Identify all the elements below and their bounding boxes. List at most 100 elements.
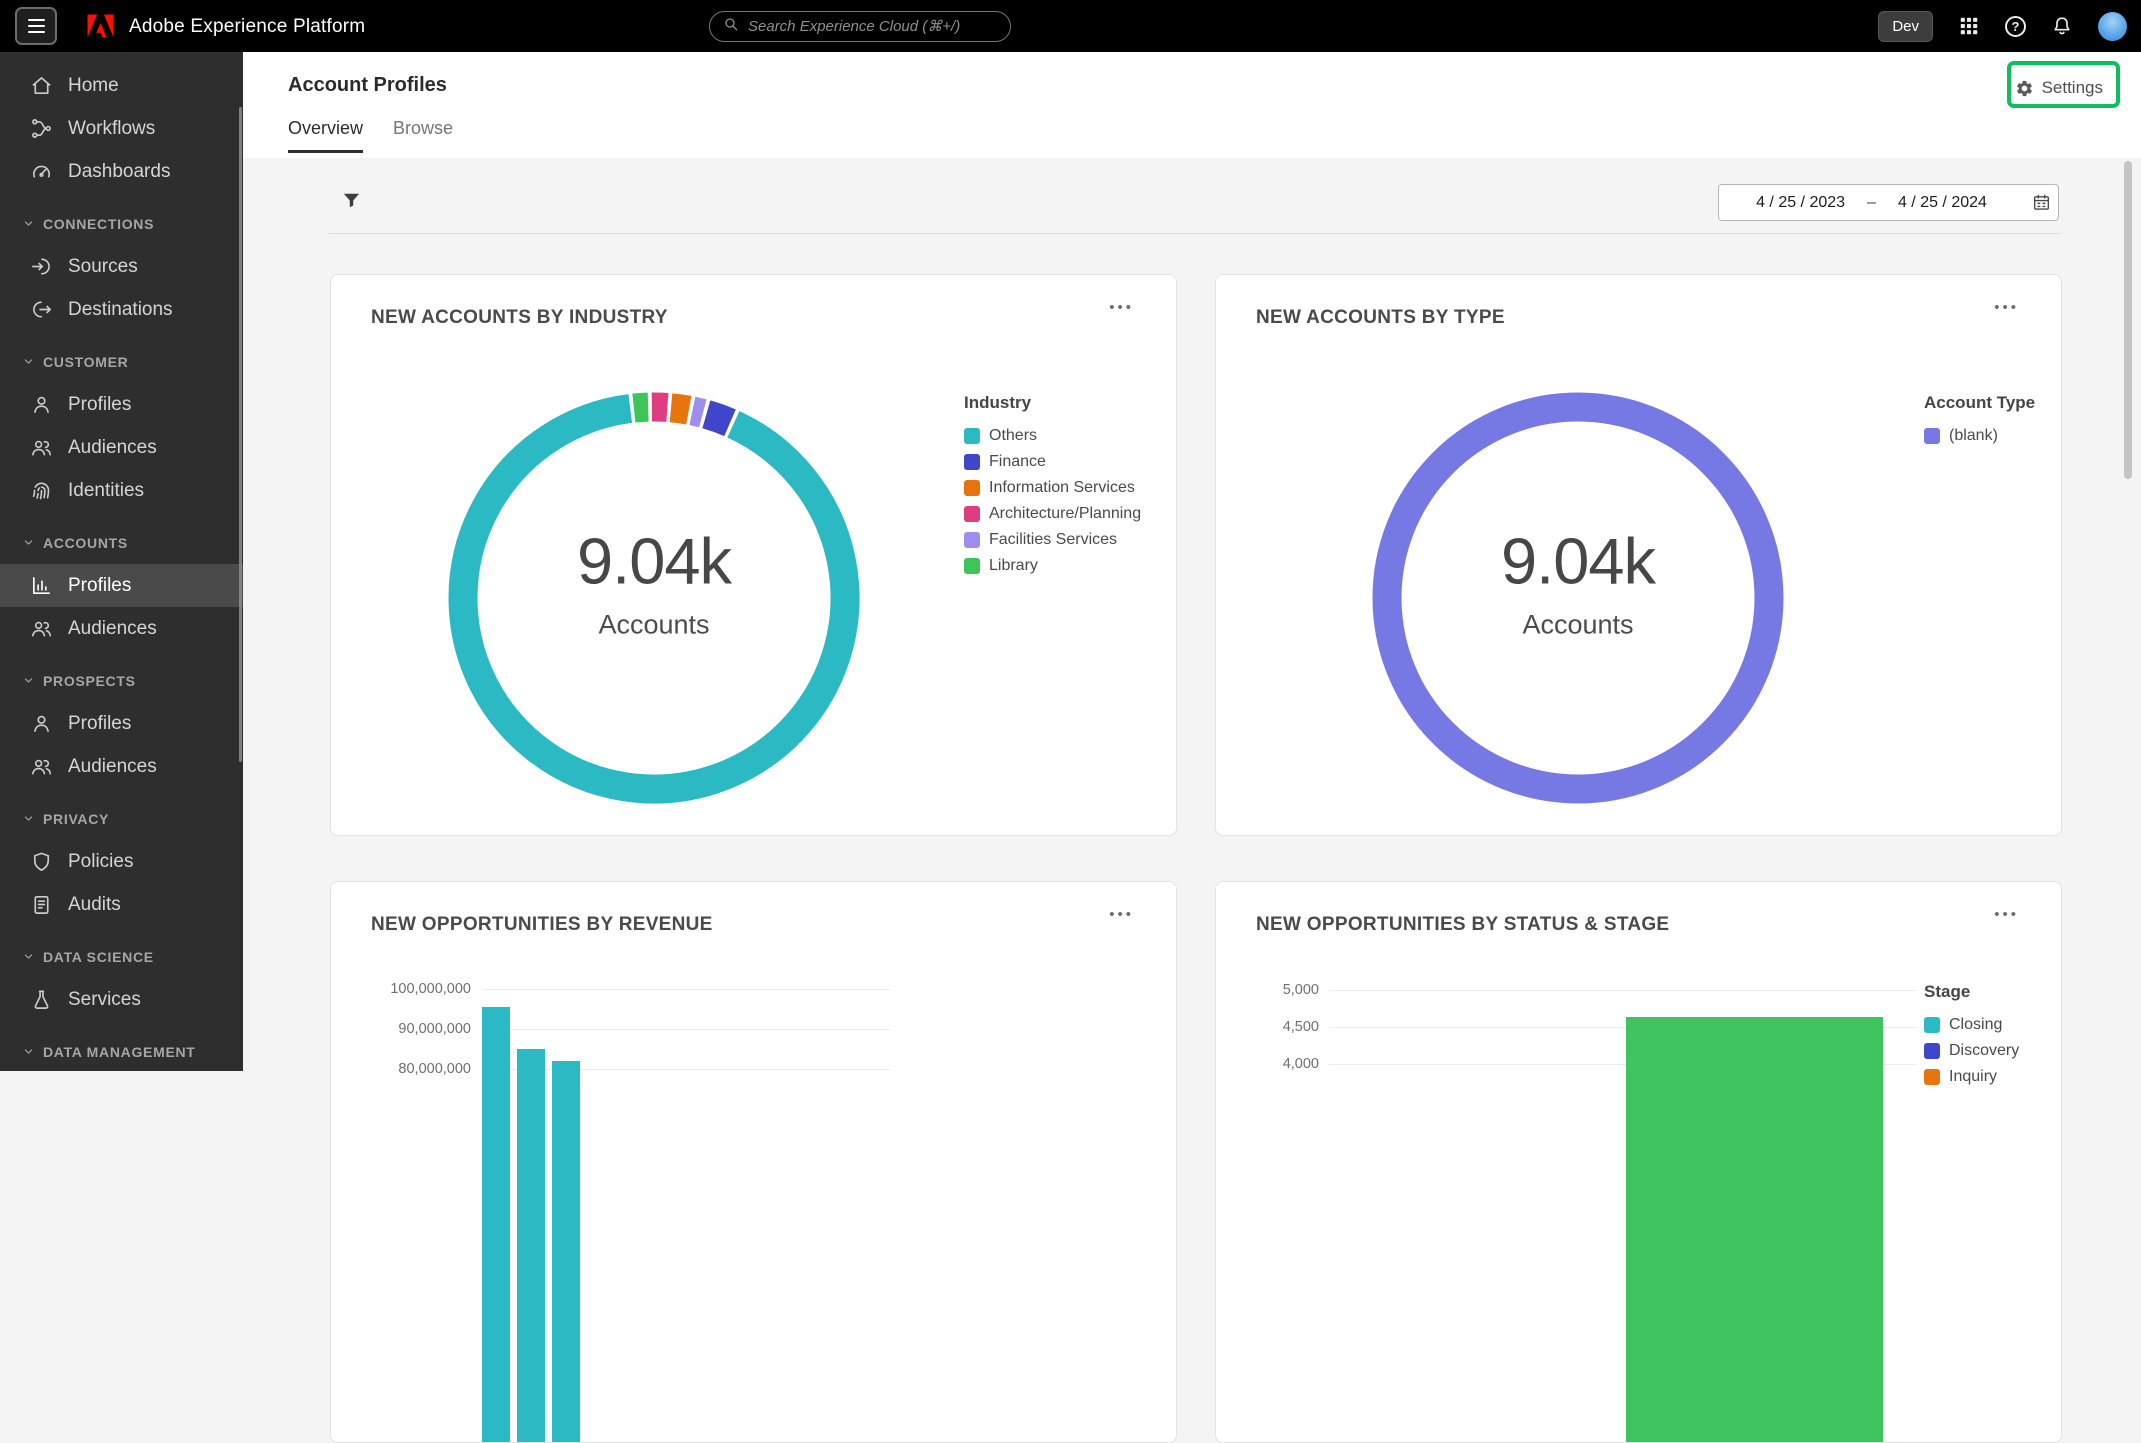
sidebar-item-customer-audiences[interactable]: Audiences bbox=[0, 426, 243, 469]
sidebar-item-dashboards[interactable]: Dashboards bbox=[0, 150, 243, 193]
sidebar-scrollbar[interactable] bbox=[239, 107, 242, 762]
more-options-icon[interactable] bbox=[1109, 906, 1134, 923]
sidebar-item-customer-identities[interactable]: Identities bbox=[0, 469, 243, 512]
sidebar-item-customer-profiles[interactable]: Profiles bbox=[0, 383, 243, 426]
sidebar-item-workflows[interactable]: Workflows bbox=[0, 107, 243, 150]
sidebar-item-prospects-audiences[interactable]: Audiences bbox=[0, 745, 243, 788]
card-new-opportunities-by-status-stage: NEW OPPORTUNITIES BY STATUS & STAGE5,000… bbox=[1215, 881, 2062, 1443]
sidebar-section-data-science[interactable]: DATA SCIENCE bbox=[0, 935, 243, 978]
sidebar-item-label: Profiles bbox=[68, 394, 131, 416]
identities-icon bbox=[30, 479, 53, 502]
app-title: Adobe Experience Platform bbox=[129, 16, 365, 38]
donut-center-value: 9.04k bbox=[1501, 524, 1655, 599]
user-profile-icon bbox=[30, 393, 53, 416]
card-new-opportunities-by-revenue: NEW OPPORTUNITIES BY REVENUE100,000,0009… bbox=[330, 881, 1177, 1443]
sidebar-item-connections-destinations[interactable]: Destinations bbox=[0, 288, 243, 331]
sidebar-item-prospects-profiles[interactable]: Profiles bbox=[0, 702, 243, 745]
legend-label: Information Services bbox=[989, 479, 1135, 497]
sidebar-item-connections-sources[interactable]: Sources bbox=[0, 245, 243, 288]
bar-segment[interactable] bbox=[552, 1061, 580, 1443]
y-axis-tick-label: 5,000 bbox=[1216, 982, 1319, 998]
vertical-scrollbar[interactable] bbox=[2124, 161, 2132, 479]
dashboards-icon bbox=[30, 160, 53, 183]
legend-item-finance[interactable]: Finance bbox=[964, 449, 1141, 475]
donut-segment-finance bbox=[706, 414, 730, 422]
sources-icon bbox=[30, 255, 53, 278]
adobe-logo[interactable] bbox=[86, 13, 115, 39]
left-navigation-sidebar: HomeWorkflowsDashboards CONNECTIONS Source… bbox=[0, 52, 243, 1071]
legend-label: Others bbox=[989, 427, 1037, 445]
user-profile-icon bbox=[30, 712, 53, 735]
legend-item-blank[interactable]: (blank) bbox=[1924, 423, 2035, 449]
help-icon[interactable] bbox=[2005, 16, 2026, 37]
chevron-down-icon bbox=[21, 673, 36, 688]
services-icon bbox=[30, 988, 53, 1011]
home-icon bbox=[30, 74, 53, 97]
legend-swatch bbox=[964, 506, 980, 522]
sidebar-item-label: Profiles bbox=[68, 575, 131, 597]
more-options-icon[interactable] bbox=[1994, 299, 2019, 316]
legend-title: Stage bbox=[1924, 982, 2019, 1002]
legend-label: Finance bbox=[989, 453, 1046, 471]
sidebar-section-customer[interactable]: CUSTOMER bbox=[0, 340, 243, 383]
legend-item-closing[interactable]: Closing bbox=[1924, 1012, 2019, 1038]
search-input[interactable] bbox=[748, 18, 997, 35]
sidebar-item-accounts-audiences[interactable]: Audiences bbox=[0, 607, 243, 650]
legend-item-others[interactable]: Others bbox=[964, 423, 1141, 449]
sidebar-section-privacy[interactable]: PRIVACY bbox=[0, 797, 243, 840]
user-avatar[interactable] bbox=[2098, 12, 2127, 41]
y-axis-tick-label: 100,000,000 bbox=[331, 981, 471, 997]
sidebar-section-label: CONNECTIONS bbox=[43, 216, 154, 232]
y-axis-tick-label: 80,000,000 bbox=[331, 1061, 471, 1077]
sidebar-section-connections[interactable]: CONNECTIONS bbox=[0, 202, 243, 245]
donut-center-value: 9.04k bbox=[577, 524, 731, 599]
legend-label: Discovery bbox=[1949, 1042, 2019, 1060]
legend-swatch bbox=[964, 532, 980, 548]
bar-segment[interactable] bbox=[482, 1007, 510, 1443]
sidebar-section-prospects[interactable]: PROSPECTS bbox=[0, 659, 243, 702]
donut-center-label: Accounts bbox=[1522, 610, 1633, 641]
global-search[interactable] bbox=[709, 11, 1011, 42]
sidebar-section-label: DATA MANAGEMENT bbox=[43, 1044, 196, 1060]
sidebar-section-label: ACCOUNTS bbox=[43, 535, 128, 551]
sidebar-item-label: Sources bbox=[68, 256, 138, 278]
legend-item-information-services[interactable]: Information Services bbox=[964, 475, 1141, 501]
destinations-icon bbox=[30, 298, 53, 321]
bar-segment[interactable] bbox=[517, 1049, 545, 1443]
chevron-down-icon bbox=[21, 949, 36, 964]
sidebar-item-privacy-audits[interactable]: Audits bbox=[0, 883, 243, 926]
legend-label: Facilities Services bbox=[989, 531, 1117, 549]
more-options-icon[interactable] bbox=[1109, 299, 1134, 316]
environment-badge[interactable]: Dev bbox=[1878, 11, 1933, 42]
donut-segment-others bbox=[463, 408, 845, 789]
sidebar-section-data-management[interactable]: DATA MANAGEMENT bbox=[0, 1030, 243, 1071]
sidebar-item-accounts-profiles[interactable]: Profiles bbox=[0, 564, 243, 607]
sidebar-item-data-science-services[interactable]: Services bbox=[0, 978, 243, 1021]
legend-item-architecture-planning[interactable]: Architecture/Planning bbox=[964, 501, 1141, 527]
legend-item-facilities-services[interactable]: Facilities Services bbox=[964, 527, 1141, 553]
menu-icon[interactable] bbox=[15, 7, 57, 45]
sidebar-item-home[interactable]: Home bbox=[0, 64, 243, 107]
chart-legend: Industry Others Finance Information Service… bbox=[964, 393, 1141, 579]
audits-icon bbox=[30, 893, 53, 916]
card-title: NEW OPPORTUNITIES BY REVENUE bbox=[371, 914, 713, 936]
legend-item-discovery[interactable]: Discovery bbox=[1924, 1038, 2019, 1064]
sidebar-nav: HomeWorkflowsDashboards CONNECTIONS Source… bbox=[0, 52, 243, 1071]
legend-item-inquiry[interactable]: Inquiry bbox=[1924, 1064, 2019, 1090]
legend-title: Industry bbox=[964, 393, 1141, 413]
donut-segment-library bbox=[634, 407, 648, 408]
chart-legend: Account Type(blank) bbox=[1924, 393, 2035, 449]
bar-segment[interactable] bbox=[1626, 1017, 1883, 1443]
legend-label: Architecture/Planning bbox=[989, 505, 1141, 523]
chart-legend: Stage Closing Discovery Inquiry bbox=[1924, 982, 2019, 1090]
apps-grid-icon[interactable] bbox=[1958, 15, 1980, 37]
sidebar-section-label: CUSTOMER bbox=[43, 354, 128, 370]
card-title: NEW ACCOUNTS BY INDUSTRY bbox=[371, 307, 668, 329]
legend-item-library[interactable]: Library bbox=[964, 553, 1141, 579]
sidebar-item-privacy-policies[interactable]: Policies bbox=[0, 840, 243, 883]
card-title: NEW ACCOUNTS BY TYPE bbox=[1256, 307, 1505, 329]
sidebar-section-accounts[interactable]: ACCOUNTS bbox=[0, 521, 243, 564]
more-options-icon[interactable] bbox=[1994, 906, 2019, 923]
notifications-bell-icon[interactable] bbox=[2051, 15, 2073, 37]
workflows-icon bbox=[30, 117, 53, 140]
